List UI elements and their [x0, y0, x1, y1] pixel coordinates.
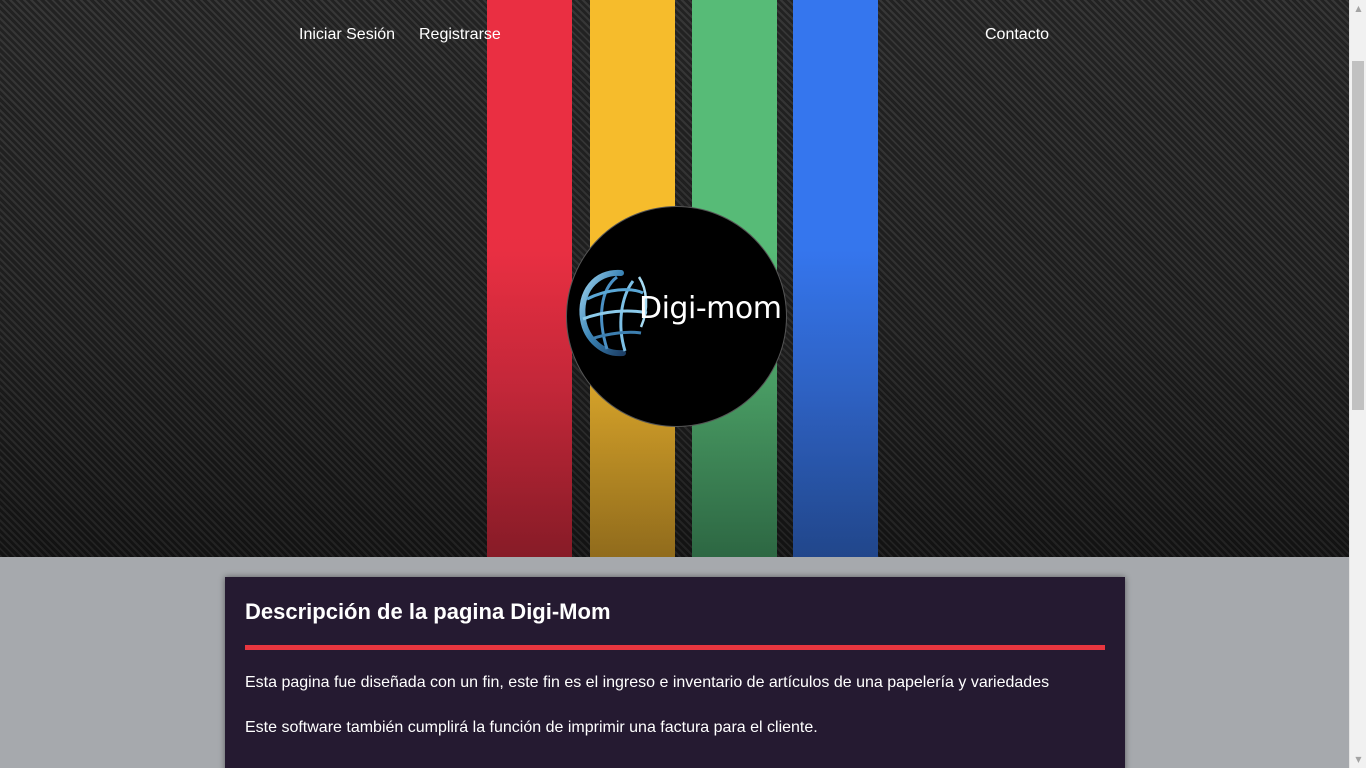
red-stripe	[487, 0, 572, 557]
nav-register-link[interactable]: Registrarse	[419, 25, 501, 45]
description-card: Descripción de la pagina Digi-Mom Esta p…	[225, 577, 1125, 768]
blue-stripe	[793, 0, 878, 557]
scroll-up-arrow-icon[interactable]: ▲	[1350, 0, 1366, 17]
description-paragraph-1: Esta pagina fue diseñada con un fin, est…	[245, 674, 1050, 691]
description-title: Descripción de la pagina Digi-Mom	[245, 599, 611, 624]
scroll-down-arrow-icon[interactable]: ▼	[1350, 751, 1366, 768]
logo-text: Digi-mom	[639, 291, 782, 326]
logo: Digi-mom	[566, 206, 787, 427]
page-viewport: Iniciar Sesión Registrarse Contacto Digi…	[0, 0, 1349, 768]
nav-contact-link[interactable]: Contacto	[985, 25, 1049, 45]
scrollbar-thumb[interactable]	[1352, 61, 1364, 410]
nav-login-link[interactable]: Iniciar Sesión	[299, 25, 395, 45]
description-paragraph-2: Este software también cumplirá la funció…	[245, 719, 818, 736]
title-divider	[245, 645, 1105, 650]
hero-banner: Iniciar Sesión Registrarse Contacto Digi…	[0, 0, 1349, 557]
vertical-scrollbar[interactable]: ▲ ▼	[1349, 0, 1366, 768]
